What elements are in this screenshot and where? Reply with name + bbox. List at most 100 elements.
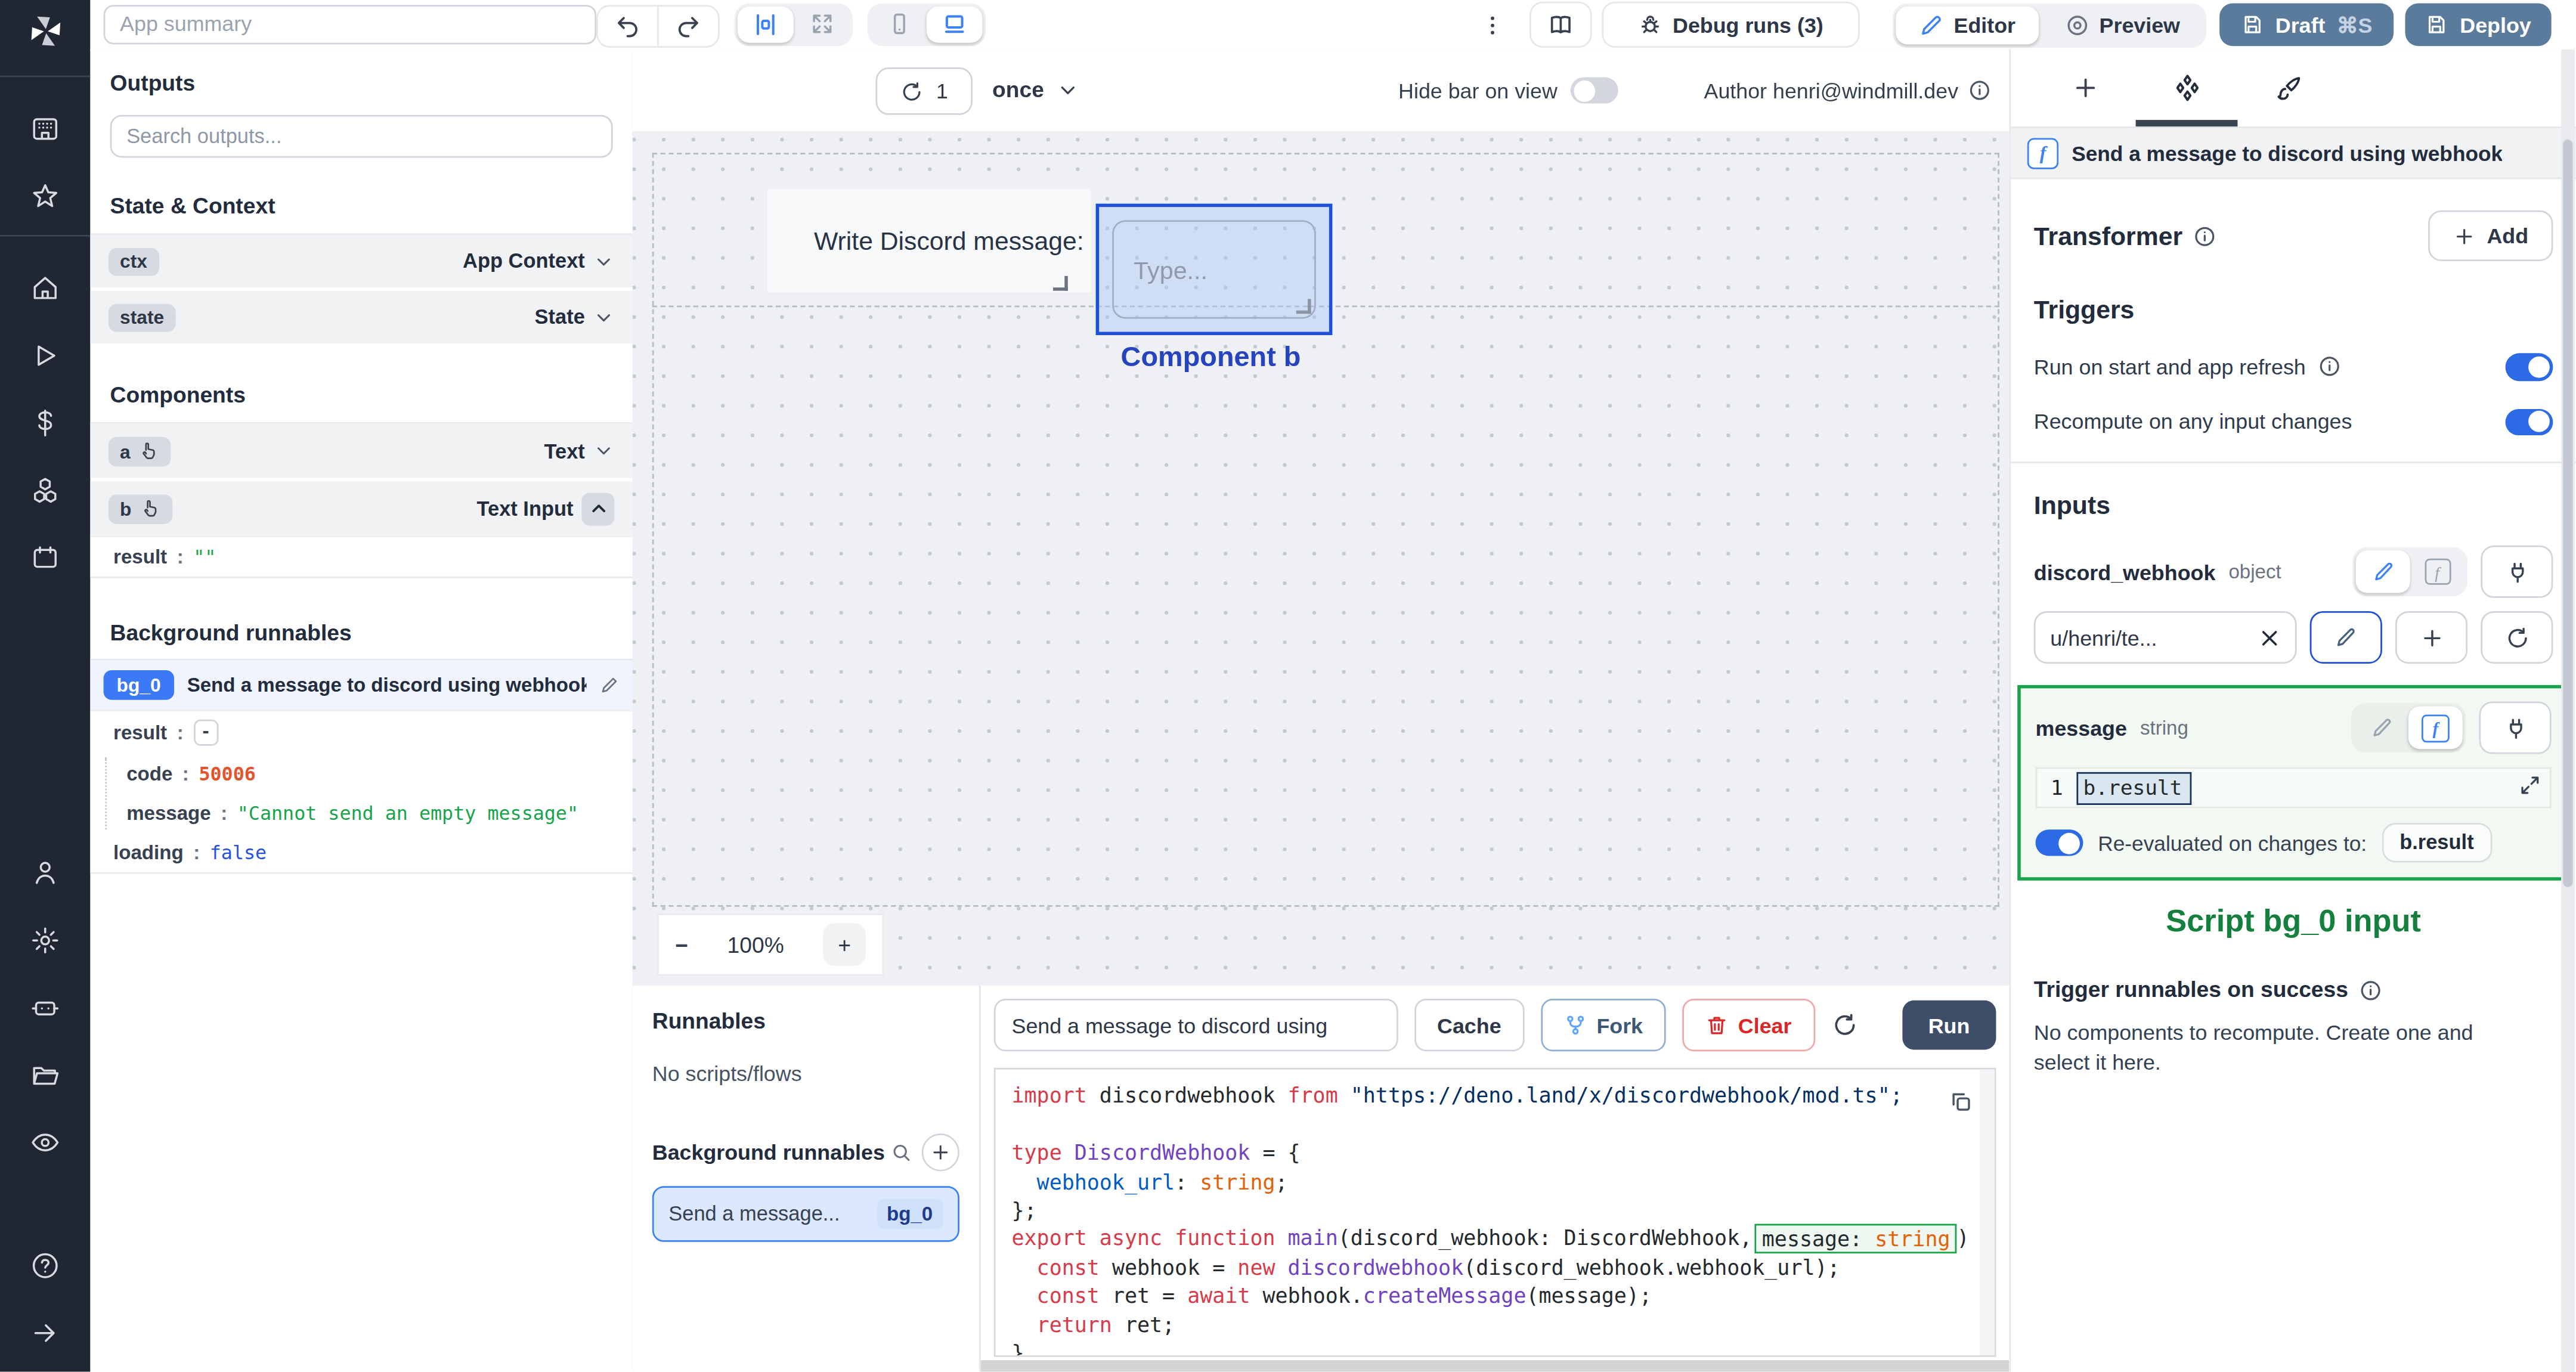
help-icon[interactable] (30, 1250, 61, 1281)
connect-input-button[interactable] (2479, 701, 2551, 754)
chevron-down-icon[interactable] (593, 440, 615, 462)
app-summary-input[interactable]: App summary (104, 4, 597, 44)
add-transformer-button[interactable]: Add (2428, 210, 2553, 261)
eval-input-button[interactable]: f (2410, 550, 2464, 593)
more-menu-button[interactable] (1480, 0, 1504, 49)
debug-runs-button[interactable]: Debug runs (3) (1602, 2, 1860, 48)
component-a-text[interactable]: Write Discord message: (767, 189, 1091, 293)
sidebar-item-resources[interactable] (30, 475, 61, 506)
static-input-button[interactable] (2356, 550, 2410, 593)
canvas-toolbar: 1 once Hide bar on view Author henri@win… (633, 49, 2010, 134)
static-input-button[interactable] (2354, 707, 2408, 750)
refresh-count-box[interactable]: 1 (875, 67, 973, 115)
bg0-row[interactable]: bg_0 Send a message to discord using web… (91, 659, 633, 710)
sidebar-item-favorites[interactable] (30, 181, 61, 212)
panel-scrollbar[interactable] (2561, 49, 2574, 1372)
info-icon[interactable] (2360, 978, 2383, 1002)
resize-handle[interactable] (1296, 299, 1311, 314)
code-line: import discordwebhook from "https://deno… (1011, 1082, 1994, 1110)
fullscreen-button[interactable] (794, 6, 850, 42)
desktop-view-button[interactable] (927, 6, 983, 42)
reeval-target-chip[interactable]: b.result (2382, 823, 2492, 862)
undo-button[interactable] (598, 6, 657, 45)
eval-input-button[interactable]: f (2408, 707, 2463, 750)
app-summary-placeholder: App summary (120, 11, 252, 36)
info-icon[interactable] (2317, 355, 2340, 379)
sidebar-item-folders[interactable] (30, 1060, 61, 1091)
text-input-component[interactable]: Type... (1112, 220, 1316, 318)
bg0-result-row[interactable]: result:- (91, 711, 633, 754)
component-row-b[interactable]: b Text Input (91, 481, 633, 535)
tab-settings-component[interactable] (2136, 72, 2238, 103)
redo-button[interactable] (657, 6, 718, 45)
selected-script-header[interactable]: f Send a message to discord using webhoo… (2011, 126, 2576, 179)
sidebar-item-audit[interactable] (30, 1128, 61, 1159)
editor-preview-toggle: Editor Preview (1893, 2, 2206, 47)
clear-value-icon[interactable] (2259, 627, 2280, 648)
message-expr-editor[interactable]: 1 b.result (2036, 767, 2552, 809)
horizontal-scrollbar[interactable] (980, 1361, 2009, 1372)
create-resource-button[interactable] (2395, 611, 2467, 664)
docs-button[interactable] (1530, 2, 1592, 48)
refresh-icon[interactable] (900, 80, 923, 103)
sidebar-item-user[interactable] (30, 858, 61, 889)
code-editor[interactable]: import discordwebhook from "https://deno… (993, 1069, 1996, 1358)
tab-insert[interactable] (2034, 74, 2136, 102)
draft-button[interactable]: Draft⌘S (2219, 4, 2394, 47)
zoom-in-button[interactable]: + (823, 923, 866, 966)
expand-icon[interactable] (2519, 774, 2542, 797)
connect-input-button[interactable] (2481, 546, 2553, 598)
edit-icon[interactable] (600, 675, 620, 695)
resize-handle[interactable] (1053, 276, 1068, 291)
fork-button[interactable]: Fork (1541, 999, 1666, 1052)
refresh-icon[interactable] (1831, 1012, 1857, 1039)
run-button[interactable]: Run (1902, 1001, 1996, 1051)
add-runnable-button[interactable] (921, 1134, 959, 1172)
tab-editor[interactable]: Editor (1896, 6, 2038, 44)
zoom-out-button[interactable]: − (675, 933, 688, 957)
sidebar-item-variables[interactable] (30, 407, 61, 438)
sidebar-item-runs[interactable] (30, 340, 61, 371)
info-icon[interactable] (1968, 79, 1992, 102)
tab-preview[interactable]: Preview (2042, 6, 2203, 44)
code-scrollbar[interactable] (1980, 1070, 1995, 1355)
sidebar-item-home[interactable] (30, 272, 61, 303)
sidebar-item-workers[interactable] (30, 993, 61, 1024)
edit-resource-button[interactable] (2310, 611, 2382, 664)
sidebar-item-apps[interactable] (30, 113, 61, 144)
copy-icon[interactable] (1949, 1089, 1973, 1114)
recompute-toggle[interactable] (2506, 408, 2553, 435)
mobile-view-button[interactable] (871, 6, 927, 42)
discord-webhook-value-input[interactable]: u/henri/te... (2034, 611, 2297, 664)
script-name-input[interactable]: Send a message to discord using (993, 999, 1398, 1052)
tab-styling[interactable] (2237, 73, 2339, 103)
runnable-item-bg0[interactable]: Send a message... bg_0 (652, 1187, 959, 1243)
run-on-start-toggle[interactable] (2506, 353, 2553, 380)
search-outputs-input[interactable]: Search outputs... (110, 115, 613, 158)
hide-bar-toggle[interactable] (1571, 77, 1618, 104)
chevron-down-icon[interactable] (593, 306, 615, 328)
state-type-label: State (535, 305, 585, 329)
reeval-toggle[interactable] (2036, 829, 2083, 856)
background-runnables-title: Background runnables (110, 621, 613, 645)
collapse-rail-icon[interactable] (30, 1318, 61, 1349)
app-canvas[interactable]: Write Discord message: Type... Component… (633, 131, 2010, 986)
component-row-a[interactable]: a Text (91, 424, 633, 478)
component-b-selected[interactable]: Type... (1096, 204, 1333, 335)
center-align-button[interactable] (738, 6, 794, 42)
output-row-state[interactable]: state State (91, 291, 633, 343)
chevron-up-icon[interactable] (581, 492, 614, 525)
output-row-ctx[interactable]: ctx App Context (91, 235, 633, 287)
windmill-logo-icon[interactable] (24, 10, 67, 53)
deploy-button[interactable]: Deploy (2405, 4, 2551, 47)
cache-button[interactable]: Cache (1414, 999, 1524, 1052)
clear-button[interactable]: Clear (1682, 999, 1815, 1052)
search-icon[interactable] (890, 1142, 912, 1164)
chevron-down-icon[interactable] (593, 250, 615, 272)
refresh-resource-button[interactable] (2481, 611, 2553, 664)
info-icon[interactable] (2194, 224, 2217, 247)
sidebar-item-schedules[interactable] (30, 542, 61, 573)
interval-dropdown[interactable]: once (992, 67, 1079, 112)
collapse-toggle[interactable]: - (193, 720, 218, 746)
sidebar-item-settings[interactable] (30, 925, 61, 956)
